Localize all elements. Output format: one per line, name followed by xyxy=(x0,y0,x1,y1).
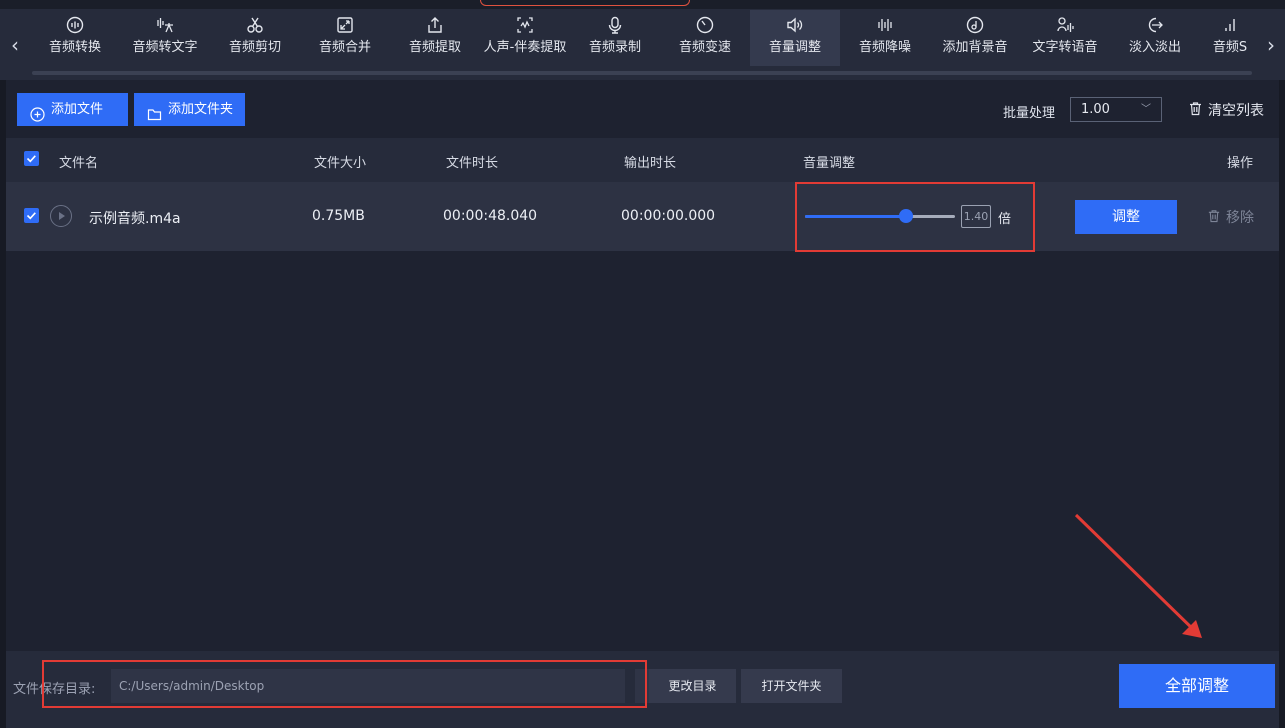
tool-fade[interactable]: 淡入淡出 xyxy=(1110,10,1200,66)
vocal-separate-icon xyxy=(480,10,570,34)
play-icon[interactable] xyxy=(50,205,72,227)
tool-label: 人声-伴奏提取 xyxy=(483,40,567,55)
add-file-label: 添加文件 xyxy=(51,102,104,117)
header-volume: 音量调整 xyxy=(803,156,856,171)
noise-reduce-icon xyxy=(840,10,930,34)
chevron-down-icon: ﹀ xyxy=(1141,104,1151,115)
scissors-icon xyxy=(210,10,300,34)
extract-icon xyxy=(390,10,480,34)
open-folder-button[interactable]: 打开文件夹 xyxy=(741,669,842,703)
chevron-right-icon[interactable]: › xyxy=(1262,30,1280,60)
select-all-checkbox[interactable] xyxy=(24,151,39,166)
annotation-box-volume xyxy=(795,182,1035,252)
speed-icon xyxy=(660,10,750,34)
adjust-button[interactable]: 调整 xyxy=(1075,200,1177,234)
tool-label: 音频S xyxy=(1212,40,1248,55)
audio-convert-icon xyxy=(30,10,120,34)
merge-icon xyxy=(300,10,390,34)
file-duration: 00:00:48.040 xyxy=(443,208,538,224)
fade-icon xyxy=(1110,10,1200,34)
adjust-all-button[interactable]: 全部调整 xyxy=(1119,664,1275,708)
chevron-left-icon[interactable]: ‹ xyxy=(6,30,24,60)
tool-audio-convert[interactable]: 音频转换 xyxy=(30,10,120,66)
text-to-speech-icon xyxy=(1020,10,1110,34)
tool-audio-merge[interactable]: 音频合并 xyxy=(300,10,390,66)
volume-icon xyxy=(750,10,840,34)
annotation-box-save-path xyxy=(42,660,647,708)
folder-icon xyxy=(147,102,162,121)
output-duration: 00:00:00.000 xyxy=(621,208,716,224)
toolbar-scrollbar[interactable] xyxy=(32,71,1252,75)
batch-select[interactable]: 1.00 ﹀ xyxy=(1070,97,1162,122)
plus-circle-icon xyxy=(30,102,45,122)
tool-speech-to-text[interactable]: 音频转文字 xyxy=(120,10,210,66)
tool-background-music[interactable]: 添加背景音 xyxy=(930,10,1020,66)
audio-bars-icon xyxy=(1200,10,1260,34)
remove-label: 移除 xyxy=(1226,210,1254,226)
add-folder-button[interactable]: 添加文件夹 xyxy=(134,93,245,126)
change-dir-button[interactable]: 更改目录 xyxy=(649,669,736,703)
background-music-icon xyxy=(930,10,1020,34)
tool-label: 音频降噪 xyxy=(858,40,911,55)
remove-button[interactable]: 移除 xyxy=(1207,207,1254,227)
header-operation: 操作 xyxy=(1227,156,1254,171)
tool-label: 淡入淡出 xyxy=(1128,40,1181,55)
speech-to-text-icon xyxy=(120,10,210,34)
header-name: 文件名 xyxy=(59,156,99,171)
tool-label: 音频变速 xyxy=(678,40,731,55)
clear-list-button[interactable]: 清空列表 xyxy=(1188,100,1264,120)
tool-label: 音频转换 xyxy=(48,40,101,55)
add-file-button[interactable]: 添加文件 xyxy=(17,93,128,126)
tool-volume-adjust[interactable]: 音量调整 xyxy=(750,10,840,66)
microphone-icon xyxy=(570,10,660,34)
tool-audio-speed[interactable]: 音频变速 xyxy=(660,10,750,66)
trash-icon xyxy=(1207,209,1221,223)
tool-noise-reduce[interactable]: 音频降噪 xyxy=(840,10,930,66)
table-header: 文件名 文件大小 文件时长 输出时长 音量调整 操作 xyxy=(6,138,1279,182)
tool-label: 音频转文字 xyxy=(132,40,198,55)
clear-list-label: 清空列表 xyxy=(1208,103,1264,119)
tool-list: 音频转换 音频转文字 音频剪切 音频合并 音频提取 人声-伴奏提取 音频录制 音… xyxy=(30,10,1260,66)
annotation-arrow xyxy=(1074,513,1202,638)
window-edge-right xyxy=(1279,80,1285,728)
batch-label: 批量处理 xyxy=(1003,106,1056,121)
header-output-duration: 输出时长 xyxy=(624,156,677,171)
tool-label: 添加背景音 xyxy=(942,40,1008,55)
tool-label: 音频提取 xyxy=(408,40,461,55)
tool-vocal-separate[interactable]: 人声-伴奏提取 xyxy=(480,10,570,66)
add-folder-label: 添加文件夹 xyxy=(168,102,234,117)
tool-audio-cut[interactable]: 音频剪切 xyxy=(210,10,300,66)
tool-audio-record[interactable]: 音频录制 xyxy=(570,10,660,66)
tool-audio-more[interactable]: 音频S xyxy=(1200,10,1260,66)
tool-label: 音频合并 xyxy=(318,40,371,55)
title-notch xyxy=(480,0,690,6)
tool-label: 音量调整 xyxy=(768,40,821,55)
header-size: 文件大小 xyxy=(314,156,367,171)
header-duration: 文件时长 xyxy=(446,156,499,171)
file-size: 0.75MB xyxy=(312,208,365,224)
tool-label: 音频剪切 xyxy=(228,40,281,55)
tool-label: 文字转语音 xyxy=(1032,40,1098,55)
row-checkbox[interactable] xyxy=(24,208,39,223)
batch-value: 1.00 xyxy=(1081,102,1110,117)
file-name: 示例音频.m4a xyxy=(89,211,181,227)
tool-text-to-speech[interactable]: 文字转语音 xyxy=(1020,10,1110,66)
tool-audio-extract[interactable]: 音频提取 xyxy=(390,10,480,66)
tool-label: 音频录制 xyxy=(588,40,641,55)
trash-icon xyxy=(1188,101,1203,116)
